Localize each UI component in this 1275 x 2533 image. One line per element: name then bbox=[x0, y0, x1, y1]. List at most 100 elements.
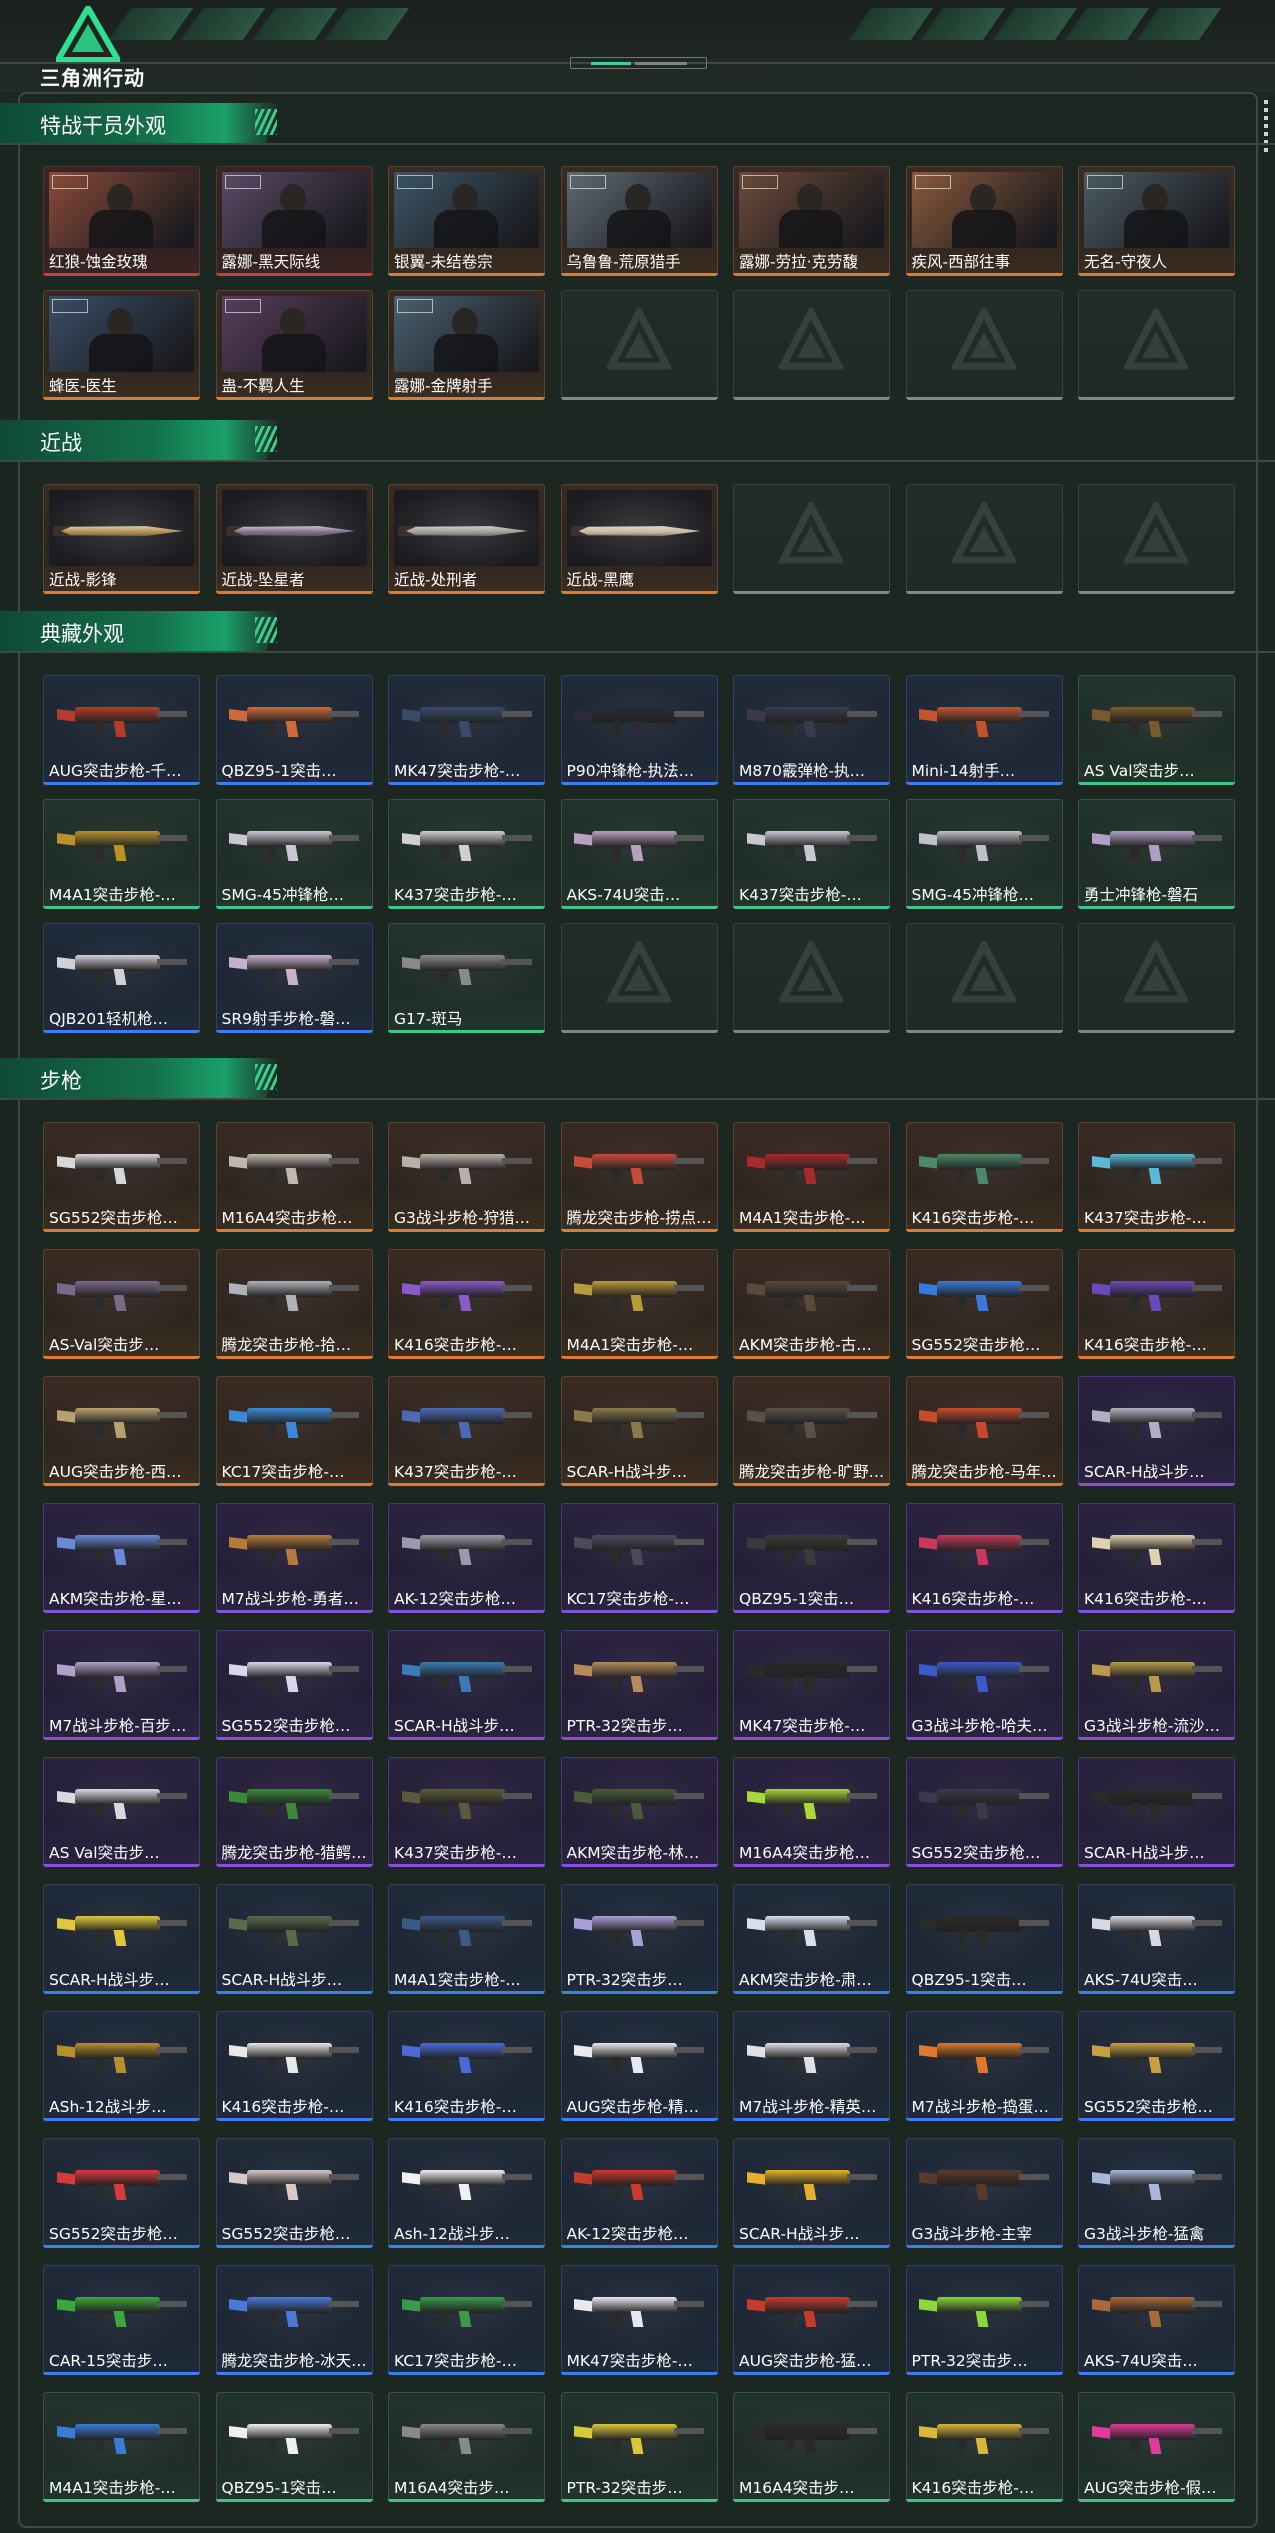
collection-card[interactable]: AUG突击步枪-千… bbox=[43, 675, 200, 785]
collection-card[interactable]: G17-斑马 bbox=[388, 923, 545, 1033]
collection-card[interactable]: MK47突击步枪-… bbox=[733, 1630, 890, 1740]
collection-card[interactable]: CAR-15突击步… bbox=[43, 2265, 200, 2375]
collection-card[interactable]: SCAR-H战斗步… bbox=[560, 1376, 718, 1486]
collection-card[interactable]: G3战斗步枪-狩猎… bbox=[388, 1122, 545, 1232]
collection-card[interactable]: MK47突击步枪-… bbox=[560, 2265, 718, 2375]
collection-card[interactable]: AUG突击步枪-猛… bbox=[733, 2265, 890, 2375]
collection-card[interactable]: 蜂医-医生 bbox=[43, 290, 200, 400]
collection-card[interactable]: 近战-处刑者 bbox=[388, 484, 545, 594]
collection-card[interactable]: AKM突击步枪-肃… bbox=[733, 1884, 890, 1994]
collection-card[interactable]: QBZ95-1突击… bbox=[215, 675, 373, 785]
collection-card[interactable]: KC17突击步枪-… bbox=[560, 1503, 718, 1613]
collection-card[interactable]: 近战-坠星者 bbox=[215, 484, 373, 594]
collection-card[interactable]: SG552突击步枪… bbox=[215, 2138, 373, 2248]
collection-card[interactable]: 腾龙突击步枪-猎鳄… bbox=[215, 1757, 373, 1867]
collection-card[interactable]: 红狼-蚀金玫瑰 bbox=[43, 166, 200, 276]
collection-card[interactable]: K437突击步枪-… bbox=[388, 799, 545, 909]
collection-card[interactable]: 银翼-未结卷宗 bbox=[388, 166, 545, 276]
collection-card[interactable]: M7战斗步枪-百步… bbox=[43, 1630, 200, 1740]
collection-card[interactable]: PTR-32突击步… bbox=[560, 1630, 718, 1740]
collection-card[interactable]: SCAR-H战斗步… bbox=[388, 1630, 545, 1740]
collection-card[interactable]: QBZ95-1突击… bbox=[215, 2392, 373, 2502]
collection-card[interactable]: AKS-74U突击… bbox=[1078, 2265, 1235, 2375]
collection-card[interactable]: AK-12突击步枪… bbox=[388, 1503, 545, 1613]
collection-card[interactable]: AKS-74U突击… bbox=[1078, 1884, 1235, 1994]
collection-card[interactable]: 腾龙突击步枪-冰天… bbox=[215, 2265, 373, 2375]
collection-card[interactable]: Ash-12战斗步… bbox=[388, 2138, 545, 2248]
collection-card[interactable]: SCAR-H战斗步… bbox=[1078, 1376, 1235, 1486]
collection-card[interactable]: SCAR-H战斗步… bbox=[215, 1884, 373, 1994]
collection-card[interactable]: QBZ95-1突击… bbox=[733, 1503, 890, 1613]
collection-card[interactable]: AUG突击步枪-西… bbox=[43, 1376, 200, 1486]
collection-card[interactable]: 勇士冲锋枪-磐石 bbox=[1078, 799, 1235, 909]
collection-card[interactable]: 腾龙突击步枪-拾… bbox=[215, 1249, 373, 1359]
collection-card[interactable]: PTR-32突击步… bbox=[560, 1884, 718, 1994]
collection-card[interactable]: AS Val突击步… bbox=[43, 1757, 200, 1867]
collection-card[interactable]: G3战斗步枪-主宰 bbox=[905, 2138, 1063, 2248]
collection-card[interactable]: M7战斗步枪-捣蛋… bbox=[905, 2011, 1063, 2121]
collection-card[interactable]: M4A1突击步枪-… bbox=[733, 1122, 890, 1232]
collection-card[interactable]: AK-12突击步枪… bbox=[560, 2138, 718, 2248]
collection-card[interactable]: G3战斗步枪-猛禽 bbox=[1078, 2138, 1235, 2248]
collection-card[interactable]: 腾龙突击步枪-马年… bbox=[905, 1376, 1063, 1486]
collection-card[interactable]: 腾龙突击步枪-捞点… bbox=[560, 1122, 718, 1232]
collection-card[interactable]: 露娜-黑天际线 bbox=[215, 166, 373, 276]
collection-card[interactable]: K437突击步枪-… bbox=[733, 799, 890, 909]
collection-card[interactable]: 近战-影锋 bbox=[43, 484, 200, 594]
collection-card[interactable]: G3战斗步枪-哈夫… bbox=[905, 1630, 1063, 1740]
collection-card[interactable]: AKM突击步枪-星… bbox=[43, 1503, 200, 1613]
collection-card[interactable]: SG552突击步枪… bbox=[1078, 2011, 1235, 2121]
collection-card[interactable]: AKM突击步枪-林… bbox=[560, 1757, 718, 1867]
collection-card[interactable]: 蛊-不羁人生 bbox=[215, 290, 373, 400]
collection-card[interactable]: M7战斗步枪-精英… bbox=[733, 2011, 890, 2121]
collection-card[interactable]: AUG突击步枪-精… bbox=[560, 2011, 718, 2121]
collection-card[interactable]: SCAR-H战斗步… bbox=[43, 1884, 200, 1994]
collection-card[interactable]: K416突击步枪-… bbox=[388, 1249, 545, 1359]
collection-card[interactable]: K416突击步枪-… bbox=[905, 1122, 1063, 1232]
collection-card[interactable]: SR9射手步枪-磐… bbox=[215, 923, 373, 1033]
collection-card[interactable]: QBZ95-1突击… bbox=[905, 1884, 1063, 1994]
collection-card[interactable]: K416突击步枪-… bbox=[1078, 1503, 1235, 1613]
collection-card[interactable]: AUG突击步枪-假… bbox=[1078, 2392, 1235, 2502]
collection-card[interactable]: K416突击步枪-… bbox=[388, 2011, 545, 2121]
collection-card[interactable]: SG552突击步枪… bbox=[43, 2138, 200, 2248]
collection-card[interactable]: SMG-45冲锋枪… bbox=[905, 799, 1063, 909]
collection-card[interactable]: KC17突击步枪-… bbox=[215, 1376, 373, 1486]
collection-card[interactable]: AKS-74U突击… bbox=[560, 799, 718, 909]
collection-card[interactable]: M870霰弹枪-执… bbox=[733, 675, 890, 785]
collection-card[interactable]: 近战-黑鹰 bbox=[560, 484, 718, 594]
collection-card[interactable]: SG552突击步枪… bbox=[905, 1249, 1063, 1359]
collection-card[interactable]: PTR-32突击步… bbox=[560, 2392, 718, 2502]
collection-card[interactable]: 腾龙突击步枪-旷野… bbox=[733, 1376, 890, 1486]
collection-card[interactable]: SG552突击步枪… bbox=[215, 1630, 373, 1740]
collection-card[interactable]: K416突击步枪-… bbox=[905, 1503, 1063, 1613]
collection-card[interactable]: 乌鲁鲁-荒原猎手 bbox=[560, 166, 718, 276]
collection-card[interactable]: K437突击步枪-… bbox=[1078, 1122, 1235, 1232]
collection-card[interactable]: M4A1突击步枪-… bbox=[43, 2392, 200, 2502]
collection-card[interactable]: 疾风-西部往事 bbox=[905, 166, 1063, 276]
collection-card[interactable]: M16A4突击步枪… bbox=[733, 1757, 890, 1867]
collection-card[interactable]: K437突击步枪-… bbox=[388, 1757, 545, 1867]
collection-card[interactable]: M4A1突击步枪-… bbox=[560, 1249, 718, 1359]
collection-card[interactable]: SCAR-H战斗步… bbox=[1078, 1757, 1235, 1867]
collection-card[interactable]: K416突击步枪-… bbox=[905, 2392, 1063, 2502]
collection-card[interactable]: M16A4突击步枪… bbox=[215, 1122, 373, 1232]
collection-card[interactable]: ASh-12战斗步… bbox=[43, 2011, 200, 2121]
collection-card[interactable]: QJB201轻机枪… bbox=[43, 923, 200, 1033]
collection-card[interactable]: 无名-守夜人 bbox=[1078, 166, 1235, 276]
collection-card[interactable]: Mini-14射手… bbox=[905, 675, 1063, 785]
collection-card[interactable]: 露娜-金牌射手 bbox=[388, 290, 545, 400]
collection-card[interactable]: MK47突击步枪-… bbox=[388, 675, 545, 785]
collection-card[interactable]: M7战斗步枪-勇者… bbox=[215, 1503, 373, 1613]
collection-card[interactable]: M4A1突击步枪-… bbox=[43, 799, 200, 909]
collection-card[interactable]: SMG-45冲锋枪… bbox=[215, 799, 373, 909]
collection-card[interactable]: SCAR-H战斗步… bbox=[733, 2138, 890, 2248]
collection-card[interactable]: PTR-32突击步… bbox=[905, 2265, 1063, 2375]
collection-card[interactable]: AKM突击步枪-古… bbox=[733, 1249, 890, 1359]
collection-card[interactable]: K416突击步枪-… bbox=[215, 2011, 373, 2121]
collection-card[interactable]: SG552突击步枪… bbox=[905, 1757, 1063, 1867]
collection-card[interactable]: SG552突击步枪… bbox=[43, 1122, 200, 1232]
collection-card[interactable]: M16A4突击步… bbox=[733, 2392, 890, 2502]
collection-card[interactable]: KC17突击步枪-… bbox=[388, 2265, 545, 2375]
collection-card[interactable]: AS-Val突击步… bbox=[43, 1249, 200, 1359]
